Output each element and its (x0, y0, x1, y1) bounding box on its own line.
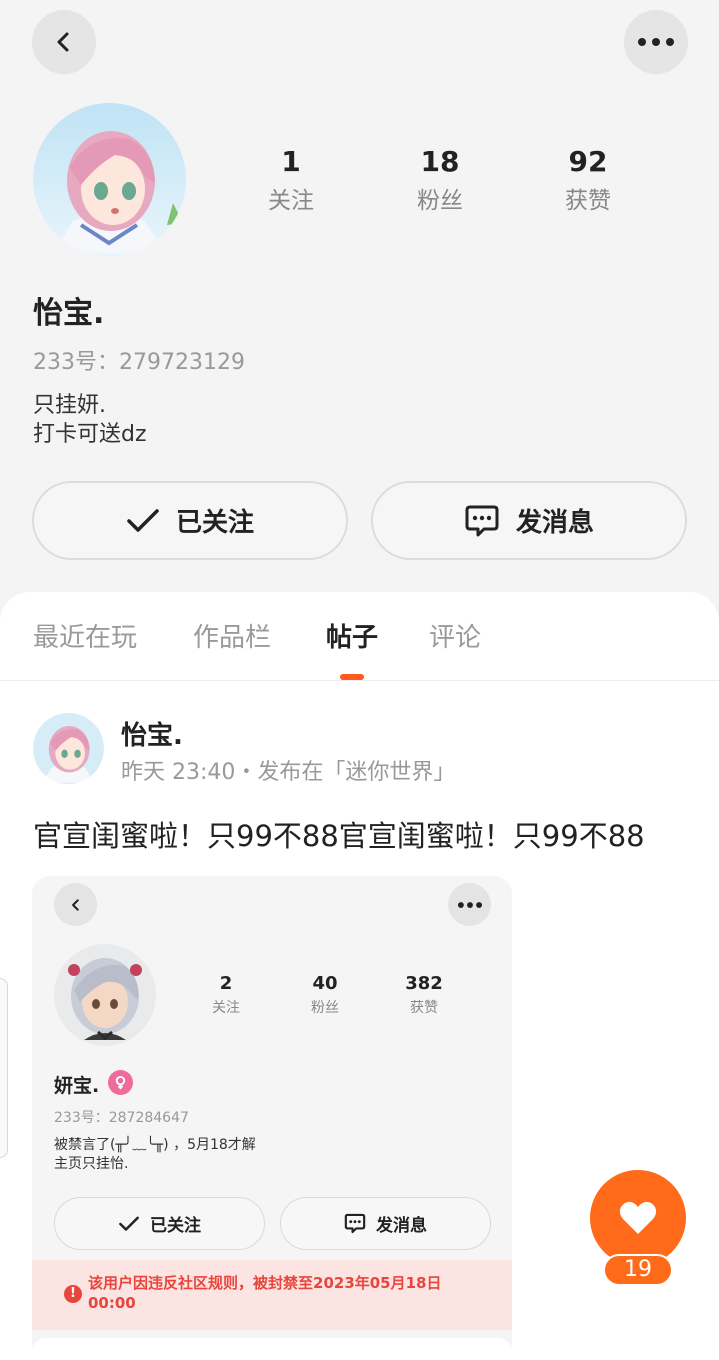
check-icon (119, 1216, 139, 1231)
tab-recently-played[interactable]: 最近在玩 (33, 617, 137, 654)
embedded-avatar (54, 944, 156, 1046)
stat-label: 粉丝 (417, 188, 463, 214)
post-meta: 昨天 23:40・发布在「迷你世界」 (121, 760, 456, 785)
tab-posts[interactable]: 帖子 (326, 617, 378, 654)
back-icon (57, 32, 69, 52)
message-label: 发消息 (515, 508, 594, 538)
divider (0, 680, 719, 681)
heart-icon (619, 1201, 657, 1234)
chat-icon (465, 505, 499, 536)
followed-label: 已关注 (150, 1216, 201, 1236)
tab-works[interactable]: 作品栏 (193, 617, 271, 654)
embedded-stat-following: 2 关注 (186, 972, 266, 1020)
profile-bio: 只挂妍. 打卡可送dz (33, 391, 147, 449)
like-button[interactable] (590, 1170, 686, 1266)
stat-number: 382 (405, 973, 443, 994)
bio-line: 只挂妍. (33, 393, 106, 418)
embedded-profile-name: 妍宝. (54, 1075, 100, 1097)
stat-number: 1 (281, 145, 301, 178)
message-button[interactable]: 发消息 (371, 481, 687, 560)
stat-followers[interactable]: 18 粉丝 (380, 142, 500, 220)
embedded-stat-followers: 40 粉丝 (285, 972, 365, 1020)
bio-line: 被禁言了(╥╯﹏╰╥) ，5月18才解 (54, 1137, 256, 1153)
stat-likes[interactable]: 92 获赞 (528, 142, 648, 220)
embedded-message-button: 发消息 (280, 1197, 491, 1250)
stat-number: 2 (219, 973, 233, 994)
profile-name: 怡宝. (33, 296, 105, 331)
back-button[interactable] (32, 10, 96, 74)
profile-uid: 233号：279723129 (33, 350, 245, 375)
post-image[interactable]: 2 关注 40 粉丝 382 获赞 妍宝. 233号：287284647 被禁言… (32, 876, 512, 1360)
stat-number: 18 (420, 145, 460, 178)
embedded-back-button (54, 883, 97, 926)
stat-number: 40 (312, 973, 338, 994)
stat-label: 粉丝 (311, 1000, 339, 1016)
female-icon (108, 1070, 133, 1095)
stat-label: 关注 (212, 1000, 240, 1016)
embedded-stat-likes: 382 获赞 (384, 972, 464, 1020)
embedded-content-sheet (32, 1338, 512, 1360)
stat-label: 关注 (268, 188, 314, 214)
message-label: 发消息 (376, 1216, 427, 1236)
stat-label: 获赞 (410, 1000, 438, 1016)
embedded-more-button (448, 883, 491, 926)
side-drawer-handle[interactable] (0, 978, 8, 1158)
more-icon (638, 38, 674, 46)
post-author-avatar[interactable] (33, 713, 104, 784)
ban-notice-text: 该用户因违反社区规则，被封禁至2023年05月18日 00:00 (88, 1274, 442, 1312)
post-text: 官宣闺蜜啦！只99不88官宣闺蜜啦！只99不88 (33, 819, 645, 853)
post-author-name[interactable]: 怡宝. (121, 715, 183, 752)
followed-label: 已关注 (175, 508, 254, 538)
bio-line: 打卡可送dz (33, 422, 147, 447)
chat-icon (344, 1213, 366, 1234)
embedded-followed-button: 已关注 (54, 1197, 265, 1250)
alert-icon: ! (64, 1285, 82, 1303)
ban-notice: ! 该用户因违反社区规则，被封禁至2023年05月18日 00:00 (32, 1260, 512, 1330)
check-icon (127, 508, 159, 532)
more-icon (457, 901, 482, 908)
stat-following[interactable]: 1 关注 (231, 142, 351, 220)
back-icon (71, 898, 79, 911)
profile-avatar[interactable] (33, 103, 186, 256)
tab-comments[interactable]: 评论 (429, 617, 481, 654)
stat-label: 获赞 (565, 188, 611, 214)
like-count: 19 (603, 1254, 673, 1286)
more-button[interactable] (624, 10, 688, 74)
bio-line: 主页只挂怡. (54, 1156, 129, 1172)
embedded-profile-bio: 被禁言了(╥╯﹏╰╥) ，5月18才解 主页只挂怡. (54, 1136, 256, 1174)
embedded-profile-uid: 233号：287284647 (54, 1110, 189, 1126)
followed-button[interactable]: 已关注 (32, 481, 348, 560)
stat-number: 92 (568, 145, 608, 178)
